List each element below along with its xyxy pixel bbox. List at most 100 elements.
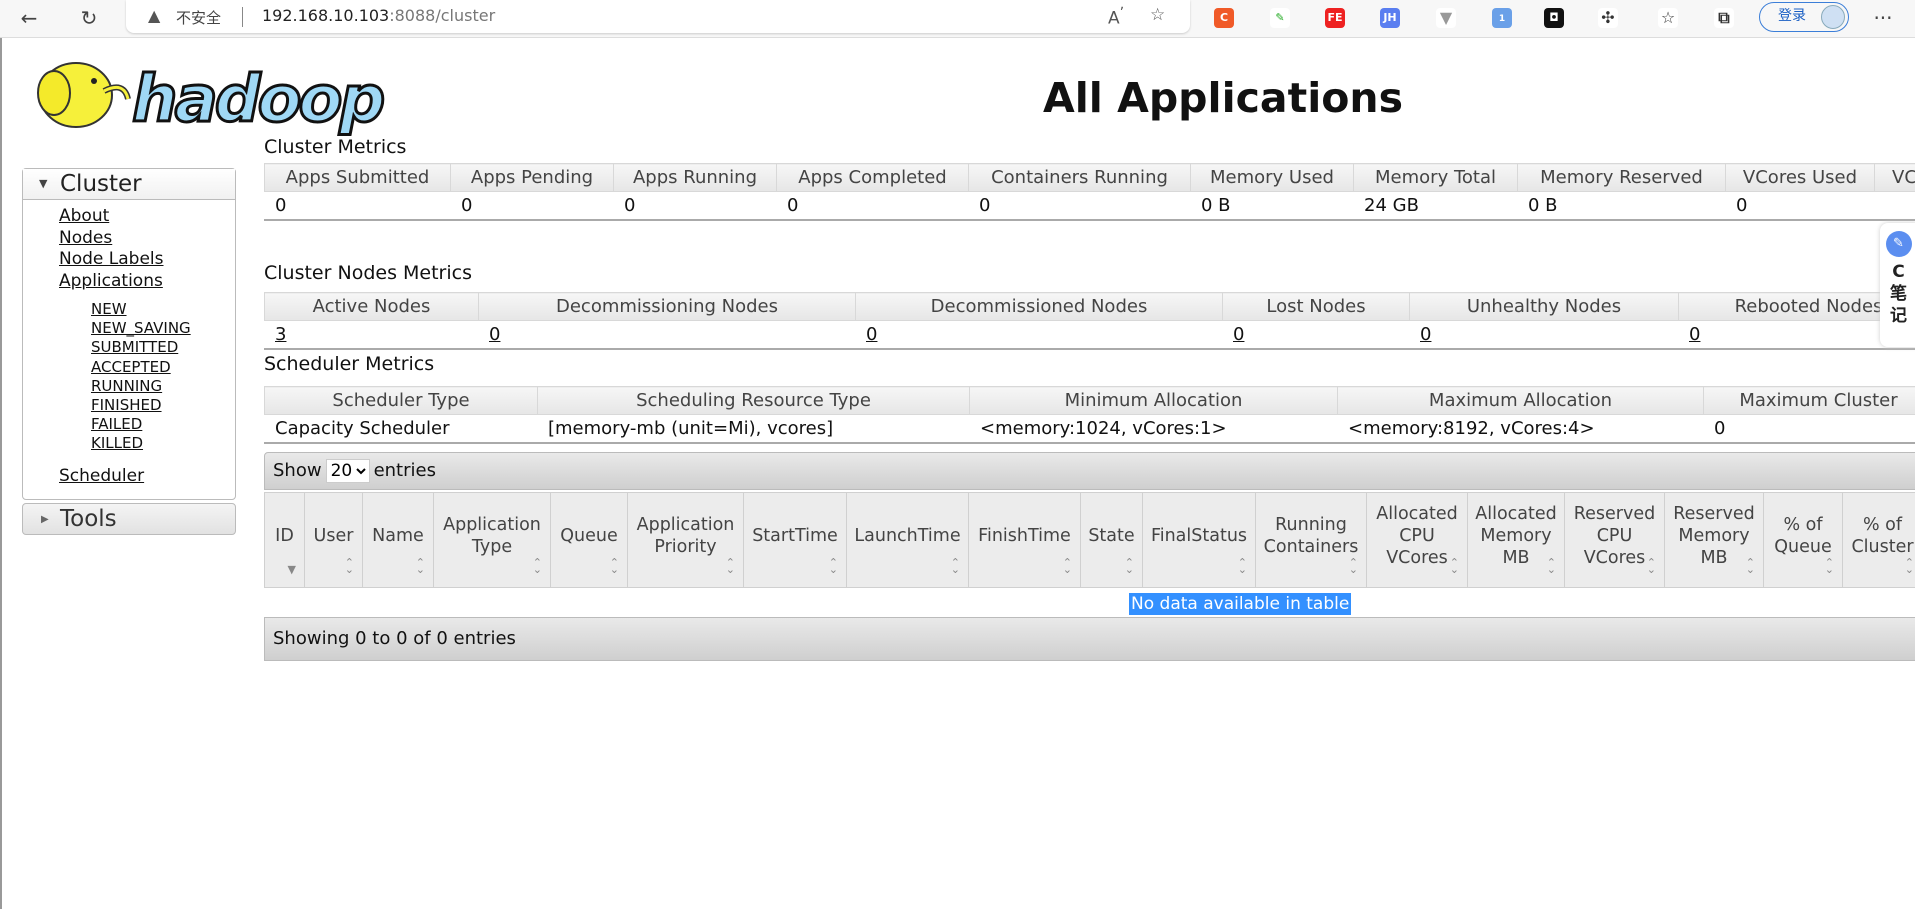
sort-icon[interactable]: ⌃ ⌄ <box>951 557 960 575</box>
url-text[interactable]: 192.168.10.103:8088/cluster <box>262 6 495 25</box>
login-button[interactable]: 登录 <box>1759 2 1849 32</box>
favorite-add-icon[interactable]: ☆ <box>1150 5 1165 25</box>
sort-icon[interactable]: ⌃ ⌄ <box>1238 557 1247 575</box>
metric-link[interactable]: 0 <box>866 324 877 345</box>
cluster-panel-header[interactable]: ▼ Cluster <box>23 169 235 200</box>
sort-desc-icon[interactable]: ▼ <box>288 564 296 575</box>
extension-c-icon[interactable]: C <box>1214 8 1234 28</box>
page-size-select[interactable]: 20 <box>325 459 370 483</box>
sidebar-link-state-submitted[interactable]: SUBMITTED <box>91 338 235 357</box>
more-icon[interactable]: ··· <box>1868 4 1898 32</box>
sort-icon[interactable]: ⌃ ⌄ <box>1547 557 1556 575</box>
sort-icon[interactable]: ⌃ ⌄ <box>416 557 425 575</box>
column-header: Unhealthy Nodes <box>1409 292 1679 321</box>
sort-icon[interactable]: ⌃ ⌄ <box>1647 557 1656 575</box>
table-cell: Capacity Scheduler <box>275 417 450 439</box>
sidebar-link-scheduler[interactable]: Scheduler <box>59 466 235 488</box>
column-header-allocated-memory-mb[interactable]: Allocated Memory MB ⌃ ⌄ <box>1467 492 1565 588</box>
tools-panel-header[interactable]: ▶ Tools <box>22 503 236 536</box>
column-header-running-containers[interactable]: Running Containers ⌃ ⌄ <box>1255 492 1367 588</box>
sort-icon[interactable]: ⌃ ⌄ <box>1905 557 1914 575</box>
sidebar-link-applications[interactable]: Applications <box>59 271 235 293</box>
extension-jh-icon[interactable]: JH <box>1380 8 1400 28</box>
table-cell: 0 <box>1736 194 1748 216</box>
address-bar[interactable]: ▲ 不安全 192.168.10.103:8088/cluster Aʼ ☆ <box>126 0 1190 33</box>
sidebar-link-state-failed[interactable]: FAILED <box>91 415 235 434</box>
sidebar-link-nodes[interactable]: Nodes <box>59 228 235 250</box>
favorites-icon[interactable]: ☆ <box>1658 8 1678 28</box>
sort-icon[interactable]: ⌃ ⌄ <box>829 557 838 575</box>
sidebar-link-node-labels[interactable]: Node Labels <box>59 249 235 271</box>
extension-color-icon[interactable]: ✎ <box>1270 8 1290 28</box>
column-header: Minimum Allocation <box>969 386 1338 415</box>
extensions-puzzle-icon[interactable]: ✣ <box>1598 8 1618 28</box>
column-header-application-priority[interactable]: Application Priority ⌃ ⌄ <box>627 492 744 588</box>
column-header-reserved-cpu-vcores[interactable]: Reserved CPU VCores ⌃ ⌄ <box>1564 492 1665 588</box>
collections-icon[interactable]: ⧉ <box>1714 8 1734 28</box>
sort-icon[interactable]: ⌃ ⌄ <box>1825 557 1834 575</box>
metric-link[interactable]: 0 <box>1233 324 1244 345</box>
sort-icon[interactable]: ⌃ ⌄ <box>1063 557 1072 575</box>
extension-v-icon[interactable]: ▼ <box>1436 8 1456 28</box>
column-header-finishtime[interactable]: FinishTime ⌃ ⌄ <box>968 492 1081 588</box>
cluster-nodes-metrics-table: Active Nodes Decommissioning Nodes Decommi… <box>264 292 1915 350</box>
sidebar-link-state-finished[interactable]: FINISHED <box>91 396 235 415</box>
column-header-name[interactable]: Name ⌃ ⌄ <box>362 492 434 588</box>
column-header-application-type[interactable]: Application Type ⌃ ⌄ <box>433 492 551 588</box>
column-header--of-queue[interactable]: % of Queue ⌃ ⌄ <box>1763 492 1843 588</box>
column-header-launchtime[interactable]: LaunchTime ⌃ ⌄ <box>846 492 969 588</box>
sort-icon[interactable]: ⌃ ⌄ <box>610 557 619 575</box>
column-header-state[interactable]: State ⌃ ⌄ <box>1080 492 1143 588</box>
table-cell: 24 GB <box>1364 194 1419 216</box>
column-header-starttime[interactable]: StartTime ⌃ ⌄ <box>743 492 847 588</box>
column-label: Queue <box>560 526 618 546</box>
column-header-id[interactable]: ID ▼ <box>264 492 305 588</box>
column-header-queue[interactable]: Queue ⌃ ⌄ <box>550 492 628 588</box>
sidebar-link-state-accepted[interactable]: ACCEPTED <box>91 358 235 377</box>
metric-link[interactable]: 0 <box>1420 324 1431 345</box>
sort-icon[interactable]: ⌃ ⌄ <box>1450 557 1459 575</box>
refresh-icon[interactable]: ↻ <box>74 4 104 32</box>
sort-icon[interactable]: ⌃ ⌄ <box>726 557 735 575</box>
sort-icon[interactable]: ⌃ ⌄ <box>1125 557 1134 575</box>
metric-link[interactable]: 3 <box>275 324 286 345</box>
login-label: 登录 <box>1778 8 1806 24</box>
svg-text:hadoop: hadoop <box>132 63 384 137</box>
column-header--of-cluster[interactable]: % of Cluster ⌃ ⌄ <box>1842 492 1915 588</box>
extension-translate-icon[interactable]: 1 <box>1492 8 1512 28</box>
column-header: Apps Pending <box>450 163 614 192</box>
sort-icon[interactable]: ⌃ ⌄ <box>1349 557 1358 575</box>
column-header-allocated-cpu-vcores[interactable]: Allocated CPU VCores ⌃ ⌄ <box>1366 492 1468 588</box>
metric-link[interactable]: 0 <box>489 324 500 345</box>
header-row: Apps Submitted Apps Pending Apps Running Ap… <box>264 163 1915 192</box>
cluster-metrics-title: Cluster Metrics <box>264 136 407 158</box>
metric-link[interactable]: 0 <box>1689 324 1700 345</box>
cluster-label: Cluster <box>60 171 142 197</box>
read-aloud-icon[interactable]: Aʼ <box>1108 5 1124 29</box>
sort-icon[interactable]: ⌃ ⌄ <box>533 557 542 575</box>
tools-label: Tools <box>60 506 117 533</box>
hadoop-logo[interactable]: hadoop <box>24 51 396 137</box>
column-header-reserved-memory-mb[interactable]: Reserved Memory MB ⌃ ⌄ <box>1664 492 1764 588</box>
sidebar-link-state-new_saving[interactable]: NEW_SAVING <box>91 319 235 338</box>
sort-icon[interactable]: ⌃ ⌄ <box>345 557 354 575</box>
extension-dark-icon[interactable]: ◘ <box>1544 8 1564 28</box>
column-label: User <box>313 526 354 546</box>
warning-icon: ▲ <box>148 6 161 25</box>
sidebar-link-state-new[interactable]: NEW <box>91 300 235 319</box>
sidebar-link-state-running[interactable]: RUNNING <box>91 377 235 396</box>
sidebar-link-about[interactable]: About <box>59 206 235 228</box>
column-header: Decommissioning Nodes <box>478 292 856 321</box>
note-widget[interactable]: ✎ C 笔 记 <box>1880 223 1915 347</box>
column-header-finalstatus[interactable]: FinalStatus ⌃ ⌄ <box>1142 492 1256 588</box>
column-label: Reserved Memory MB <box>1673 504 1755 568</box>
sort-icon[interactable]: ⌃ ⌄ <box>1746 557 1755 575</box>
column-header-user[interactable]: User ⌃ ⌄ <box>304 492 363 588</box>
sidebar-link-state-killed[interactable]: KILLED <box>91 434 235 453</box>
table-cell: 0 <box>787 194 799 216</box>
column-label: Allocated Memory MB <box>1475 504 1557 568</box>
extension-fe-icon[interactable]: FE <box>1325 8 1345 28</box>
back-icon[interactable]: ← <box>14 4 44 32</box>
caret-down-icon: ▼ <box>39 177 48 190</box>
table-cell: 0 <box>479 321 856 349</box>
